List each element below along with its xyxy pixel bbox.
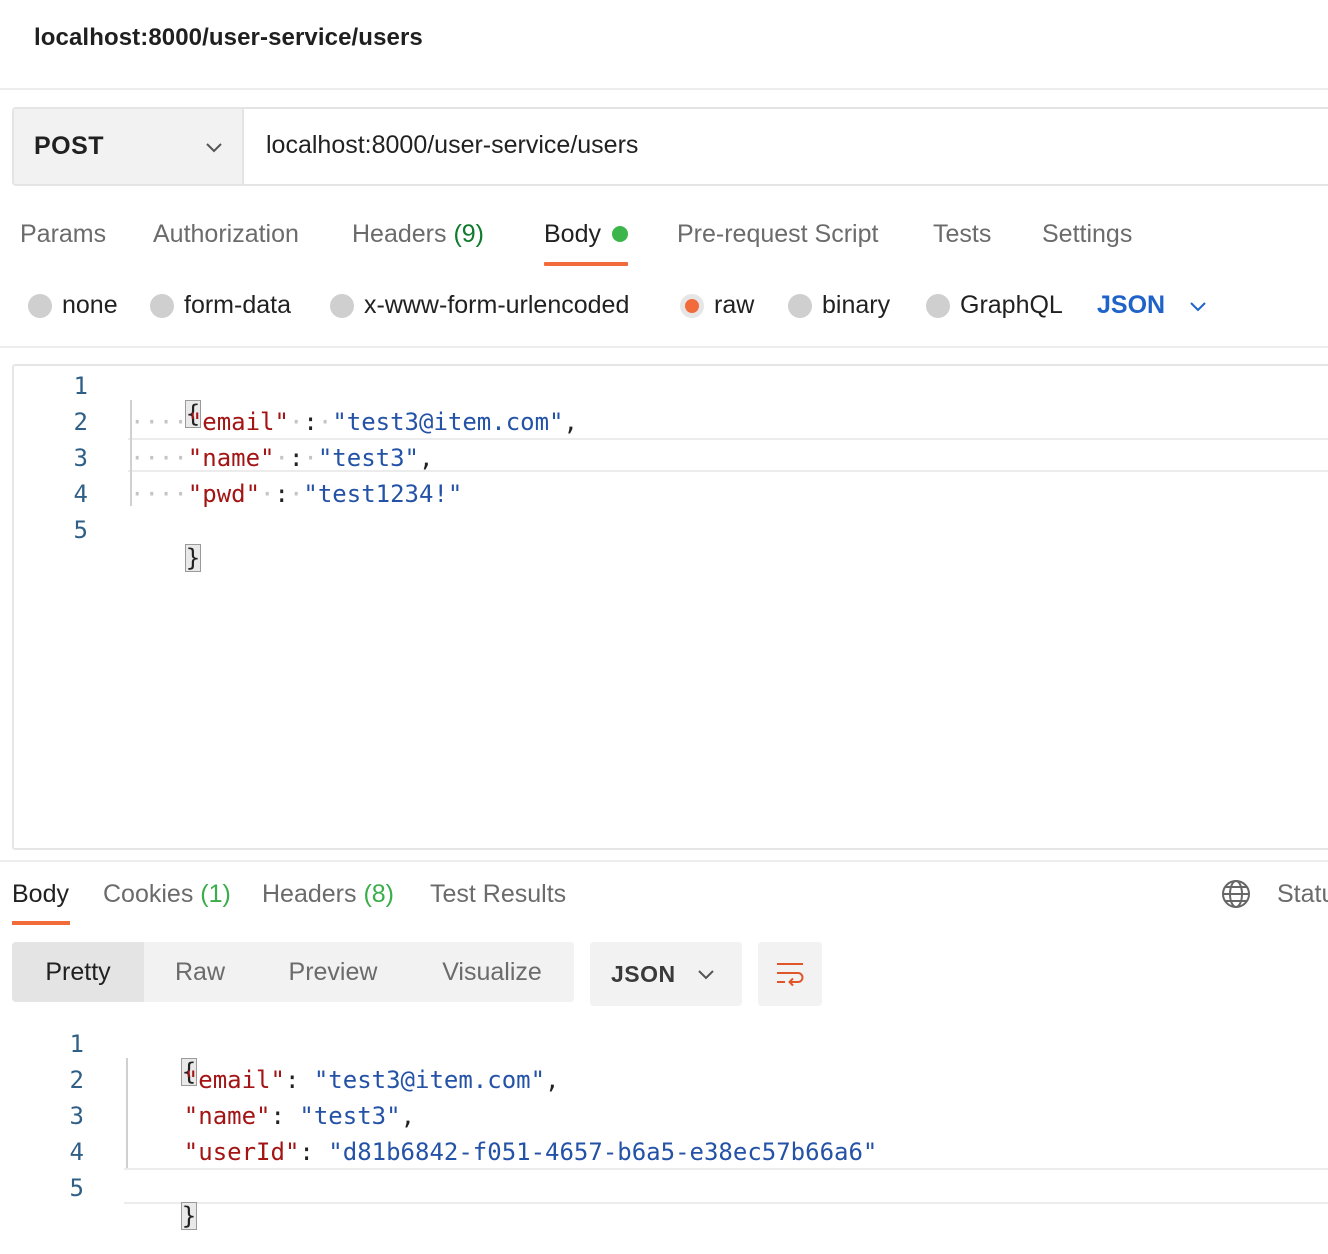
view-pretty-button[interactable]: Pretty: [12, 942, 144, 1002]
count-badge: (1): [200, 880, 231, 908]
tab-label: Headers: [262, 880, 357, 908]
line-number: 3: [69, 1102, 84, 1130]
chevron-down-icon: [206, 143, 222, 153]
radio-label-binary: binary: [822, 291, 891, 319]
active-tab-indicator: [544, 262, 628, 266]
line-number: 4: [73, 480, 88, 508]
radio-form-data[interactable]: [150, 294, 174, 318]
body-format-select[interactable]: JSON: [1097, 291, 1165, 320]
wrap-lines-icon: [777, 963, 804, 987]
code-line: ····"pwd"·:·"test1234!": [130, 480, 463, 508]
code-line: ····"email"·:·"test3@item.com",: [130, 408, 578, 436]
tab-label: Headers: [352, 220, 447, 248]
line-number: 4: [69, 1138, 84, 1166]
code-line: ····"name"·:·"test3",: [130, 444, 434, 472]
view-visualize-button[interactable]: Visualize: [410, 942, 574, 1002]
radio-label-x-www-form-urlencoded: x-www-form-urlencoded: [364, 291, 630, 319]
json-value: "test1234!": [303, 480, 463, 508]
json-value: "d81b6842-f051-4657-b6a5-e38ec57b66a6": [328, 1138, 878, 1166]
radio-label-graphql: GraphQL: [960, 291, 1063, 319]
radio-raw[interactable]: [680, 294, 704, 318]
response-format-select[interactable]: JSON: [590, 942, 742, 1006]
radio-label-form-data: form-data: [184, 291, 291, 319]
json-key: "email": [183, 1066, 285, 1094]
json-key: "name": [183, 1102, 271, 1130]
json-key: "name": [187, 444, 275, 472]
current-line-highlight: [124, 1168, 1328, 1204]
line-number: 5: [69, 1174, 84, 1202]
json-brace: }: [180, 1202, 198, 1230]
request-title[interactable]: localhost:8000/user-service/users: [34, 24, 423, 52]
response-divider[interactable]: [0, 860, 1328, 862]
status-label: Statu: [1277, 880, 1328, 908]
response-tab-test-results[interactable]: Test Results: [430, 880, 566, 909]
radio-graphql[interactable]: [926, 294, 950, 318]
code-line: }: [128, 516, 202, 600]
radio-binary[interactable]: [788, 294, 812, 318]
code-line: "name": "test3",: [183, 1102, 416, 1130]
line-number: 1: [73, 372, 88, 400]
response-tab-body[interactable]: Body: [12, 880, 69, 909]
radio-label-raw: raw: [714, 291, 755, 319]
json-key: "email": [187, 408, 289, 436]
divider: [0, 346, 1328, 348]
request-body-editor[interactable]: 1 2 3 4 5 { ····"email"·:·"test3@item.co…: [12, 364, 1328, 850]
tab-tests[interactable]: Tests: [933, 220, 991, 249]
code-line: "email": "test3@item.com",: [183, 1066, 560, 1094]
response-format-label: JSON: [611, 961, 676, 987]
url-input[interactable]: [266, 131, 1166, 160]
json-key: "pwd": [187, 480, 261, 508]
line-number: 2: [69, 1066, 84, 1094]
tab-pre-request-script[interactable]: Pre-request Script: [677, 220, 878, 249]
json-value: "test3@item.com": [332, 408, 564, 436]
header-divider: [0, 88, 1328, 90]
line-number: 2: [73, 408, 88, 436]
line-number: 3: [73, 444, 88, 472]
json-brace: }: [184, 544, 202, 572]
count-badge: (8): [363, 880, 395, 908]
line-number: 1: [69, 1030, 84, 1058]
response-tab-cookies[interactable]: Cookies (1): [103, 880, 231, 909]
code-line: "userId": "d81b6842-f051-4657-b6a5-e38ec…: [183, 1138, 878, 1166]
chevron-down-icon[interactable]: [1188, 296, 1208, 316]
radio-label-none: none: [62, 291, 118, 319]
tab-label: Cookies: [103, 880, 194, 908]
line-number: 5: [73, 516, 88, 544]
view-mode-selector: Pretty Raw Preview Visualize: [12, 942, 574, 1002]
tab-body[interactable]: Body: [544, 220, 601, 249]
globe-icon[interactable]: [1220, 878, 1252, 910]
json-key: "userId": [183, 1138, 300, 1166]
tab-settings[interactable]: Settings: [1042, 220, 1132, 249]
response-body-viewer[interactable]: 1 2 3 4 5 { "email": "test3@item.com", "…: [0, 1024, 1328, 1230]
radio-x-www-form-urlencoded[interactable]: [330, 294, 354, 318]
count-badge: (9): [453, 220, 485, 248]
tab-authorization[interactable]: Authorization: [153, 220, 299, 249]
json-value: "test3": [299, 1102, 401, 1130]
json-value: "test3@item.com": [313, 1066, 546, 1094]
code-line: }: [124, 1174, 198, 1254]
method-label: POST: [34, 132, 105, 160]
active-tab-indicator: [12, 921, 70, 925]
radio-none[interactable]: [28, 294, 52, 318]
chevron-down-icon: [698, 970, 714, 980]
response-tab-headers[interactable]: Headers (8): [262, 880, 394, 909]
method-select[interactable]: POST: [14, 109, 244, 184]
tab-headers[interactable]: Headers (9): [352, 220, 484, 249]
tab-params[interactable]: Params: [20, 220, 106, 249]
wrap-lines-button[interactable]: [758, 942, 822, 1006]
view-raw-button[interactable]: Raw: [144, 942, 256, 1002]
json-value: "test3": [317, 444, 420, 472]
url-bar: POST: [12, 107, 1328, 186]
body-modified-dot: [612, 226, 628, 242]
view-preview-button[interactable]: Preview: [256, 942, 410, 1002]
